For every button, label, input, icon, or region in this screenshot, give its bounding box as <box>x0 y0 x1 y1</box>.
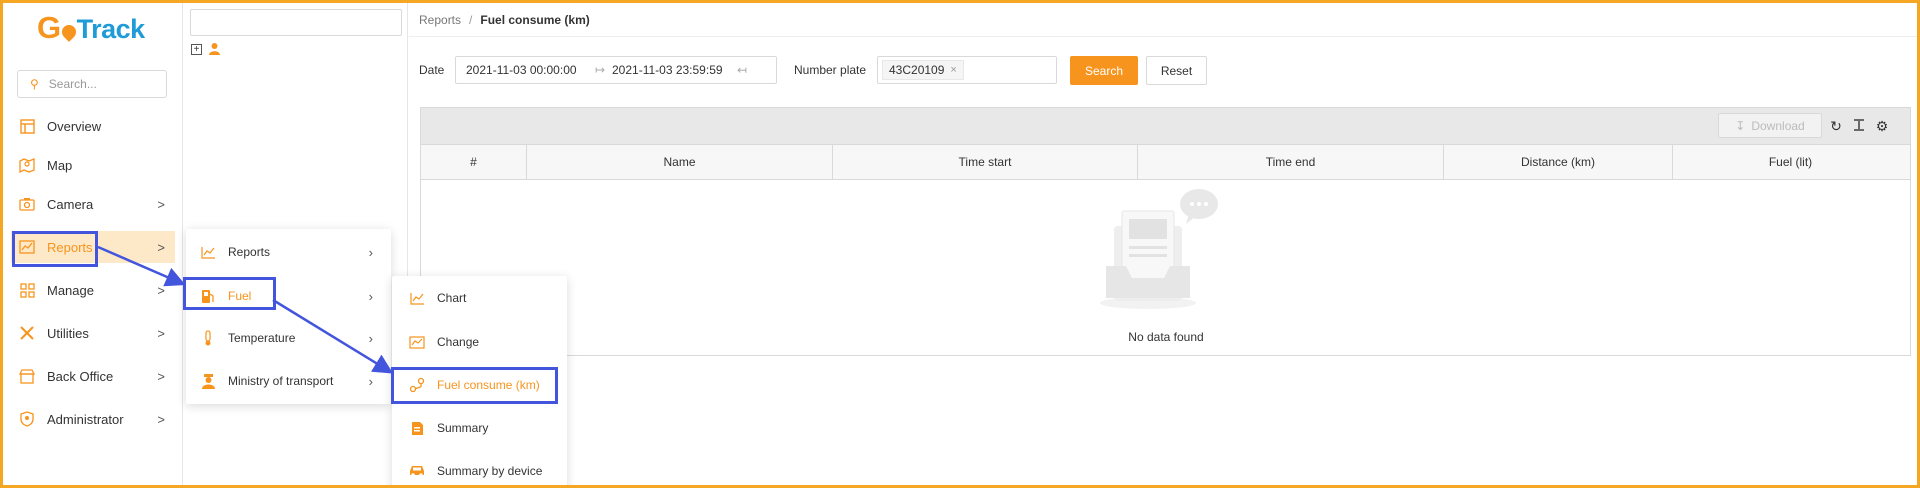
date-end-input[interactable]: 2021-11-03 23:59:59 <box>612 63 737 77</box>
annotation-arrows <box>97 245 394 374</box>
download-icon: ↧ <box>1735 118 1746 133</box>
main-content: Reports / Fuel consume (km) Date 2021-11-0… <box>409 3 1917 485</box>
column-header[interactable]: Time end <box>1138 145 1444 179</box>
column-header[interactable]: Distance (km) <box>1444 145 1673 179</box>
divider <box>409 36 1917 37</box>
data-grid: ↧ Download ↻ ⚙ # Name Time start Time end… <box>420 107 1911 356</box>
arrow-fuel-to-consume <box>272 298 394 374</box>
plate-tag: 43C20109 × <box>882 60 964 80</box>
close-icon[interactable]: × <box>950 64 956 76</box>
arrow-left-icon: ↤ <box>737 63 748 77</box>
arrow-reports-to-fuel <box>97 245 186 287</box>
settings-icon[interactable]: ⚙ <box>1874 118 1890 134</box>
refresh-icon[interactable]: ↻ <box>1828 118 1844 134</box>
number-plate-label: Number plate <box>794 63 867 77</box>
grid-toolbar: ↧ Download ↻ ⚙ <box>421 108 1910 144</box>
empty-state: No data found <box>421 180 1910 355</box>
empty-text: No data found <box>1128 330 1204 344</box>
empty-inbox-icon <box>1100 189 1218 309</box>
column-header[interactable]: Time start <box>833 145 1138 179</box>
download-button[interactable]: ↧ Download <box>1718 113 1822 138</box>
app-window: G Track ⚲ Search... Overview Map Camera >… <box>0 0 1920 488</box>
column-header[interactable]: Fuel (lit) <box>1673 145 1908 179</box>
reset-button[interactable]: Reset <box>1146 56 1207 85</box>
grid-header: # Name Time start Time end Distance (km)… <box>421 144 1910 180</box>
column-height-icon[interactable] <box>1851 118 1867 134</box>
search-button[interactable]: Search <box>1070 56 1138 85</box>
number-plate-select[interactable]: 43C20109 × <box>877 56 1057 84</box>
